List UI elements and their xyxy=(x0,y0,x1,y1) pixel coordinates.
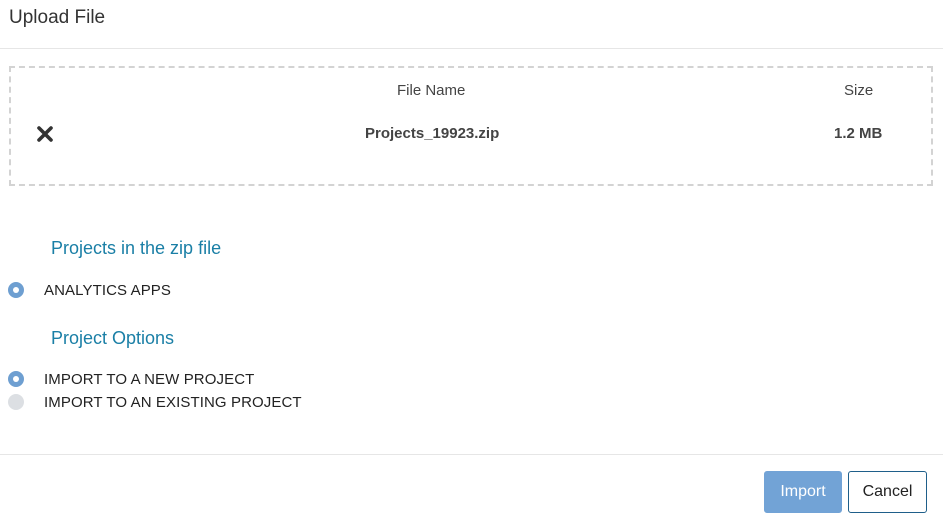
projects-section-title: Projects in the zip file xyxy=(51,238,222,258)
radio-button-checked[interactable] xyxy=(8,282,24,298)
footer-divider xyxy=(0,454,943,455)
radio-import-existing-project[interactable]: IMPORT TO AN EXISTING PROJECT xyxy=(8,393,302,411)
file-name: Projects_19923.zip xyxy=(365,125,500,142)
close-x-icon[interactable] xyxy=(36,125,54,143)
radio-label: ANALYTICS APPS xyxy=(44,281,172,299)
import-button[interactable]: Import xyxy=(764,471,842,513)
dialog-header: Upload File xyxy=(0,0,943,49)
radio-button-checked[interactable] xyxy=(8,371,24,387)
project-options-title: Project Options xyxy=(51,328,175,348)
upload-file-dialog: Upload File File Name Size Projects_1992… xyxy=(0,0,943,520)
radio-label: IMPORT TO A NEW PROJECT xyxy=(44,370,255,388)
column-header-file-name: File Name xyxy=(397,82,466,99)
column-header-size: Size xyxy=(844,82,874,99)
radio-import-new-project[interactable]: IMPORT TO A NEW PROJECT xyxy=(8,370,254,388)
dialog-title: Upload File xyxy=(9,7,106,28)
cancel-button[interactable]: Cancel xyxy=(848,471,927,513)
file-dropzone[interactable]: File Name Size Projects_19923.zip 1.2 MB xyxy=(9,66,933,186)
radio-label: IMPORT TO AN EXISTING PROJECT xyxy=(44,393,302,411)
radio-analytics-apps[interactable]: ANALYTICS APPS xyxy=(8,281,171,299)
file-size: 1.2 MB xyxy=(834,125,883,142)
radio-button-unchecked[interactable] xyxy=(8,394,24,410)
